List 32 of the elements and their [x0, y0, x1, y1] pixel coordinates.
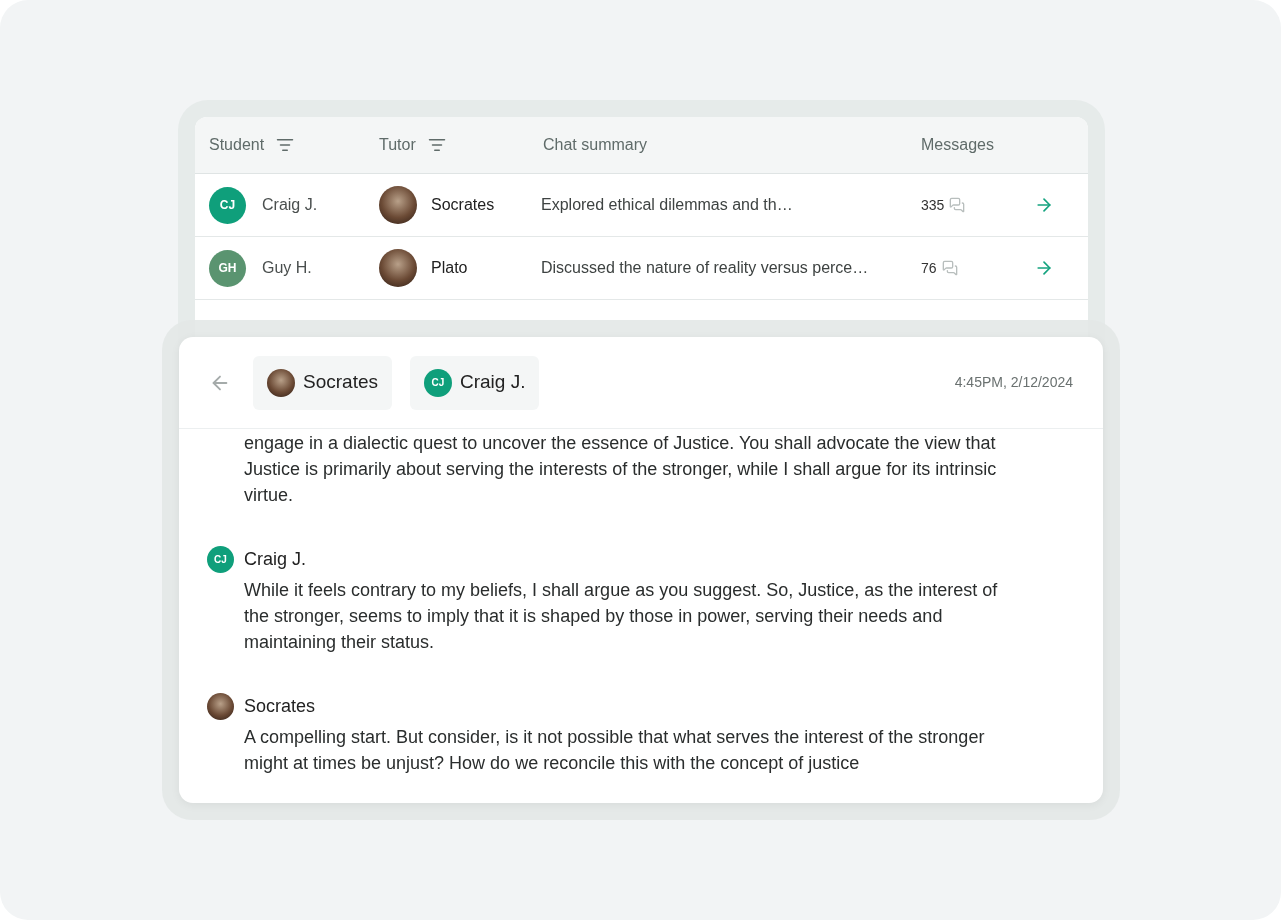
- portrait-avatar: [267, 368, 295, 397]
- column-header[interactable]: Student: [209, 133, 295, 157]
- participant-chip[interactable]: CJ Craig J.: [410, 355, 540, 410]
- initials-avatar: CJ: [209, 186, 246, 224]
- column-header[interactable]: Messages: [921, 133, 994, 157]
- chat-summary: Explored ethical dilemmas and th…: [541, 195, 794, 215]
- portrait-avatar: [379, 249, 417, 287]
- initials-avatar: CJ: [424, 368, 452, 397]
- message-count: 335: [921, 195, 945, 215]
- sender-name: Craig J.: [244, 548, 306, 571]
- message-count: 76: [921, 258, 937, 278]
- message-text: While it feels contrary to my beliefs, I shall argue as you suggest. So, Justice, as the interest of the stronger, seems to imply that it is shaped by those in power, serving their needs and maintaining their status.: [244, 579, 999, 654]
- chat-summary: Discussed the nature of reality versus perce…: [541, 258, 870, 278]
- student-name: Guy H.: [262, 258, 312, 278]
- filter-icon[interactable]: [427, 136, 446, 154]
- column-header[interactable]: Chat summary: [543, 133, 648, 157]
- tutor-name: Socrates: [431, 195, 495, 215]
- initials-avatar: CJ: [207, 546, 234, 573]
- sender-name: Socrates: [244, 695, 316, 718]
- chat-timestamp: 4:45PM, 2/12/2024: [954, 373, 1073, 392]
- message-text: A compelling start. But consider, is it not possible that what serves the interest of the stronger might at times be unjust? How do we reconcile this with the concept of justice: [244, 726, 986, 775]
- portrait-avatar: [379, 186, 417, 224]
- student-name: Craig J.: [262, 195, 318, 215]
- message-text: engage in a dialectic quest to uncover the essence of Justice. You shall advocate the view that Justice is primarily about serving the interests of the stronger, while I shall argue for its intrinsic virtue.: [244, 432, 998, 507]
- tutor-name: Plato: [431, 258, 468, 278]
- portrait-avatar: [207, 693, 234, 720]
- filter-icon[interactable]: [276, 136, 295, 154]
- participant-chip[interactable]: Socrates: [253, 355, 392, 410]
- column-header[interactable]: Tutor: [379, 133, 446, 157]
- messages-icon: [949, 197, 966, 213]
- messages-icon: [941, 260, 958, 276]
- initials-avatar: GH: [209, 249, 246, 287]
